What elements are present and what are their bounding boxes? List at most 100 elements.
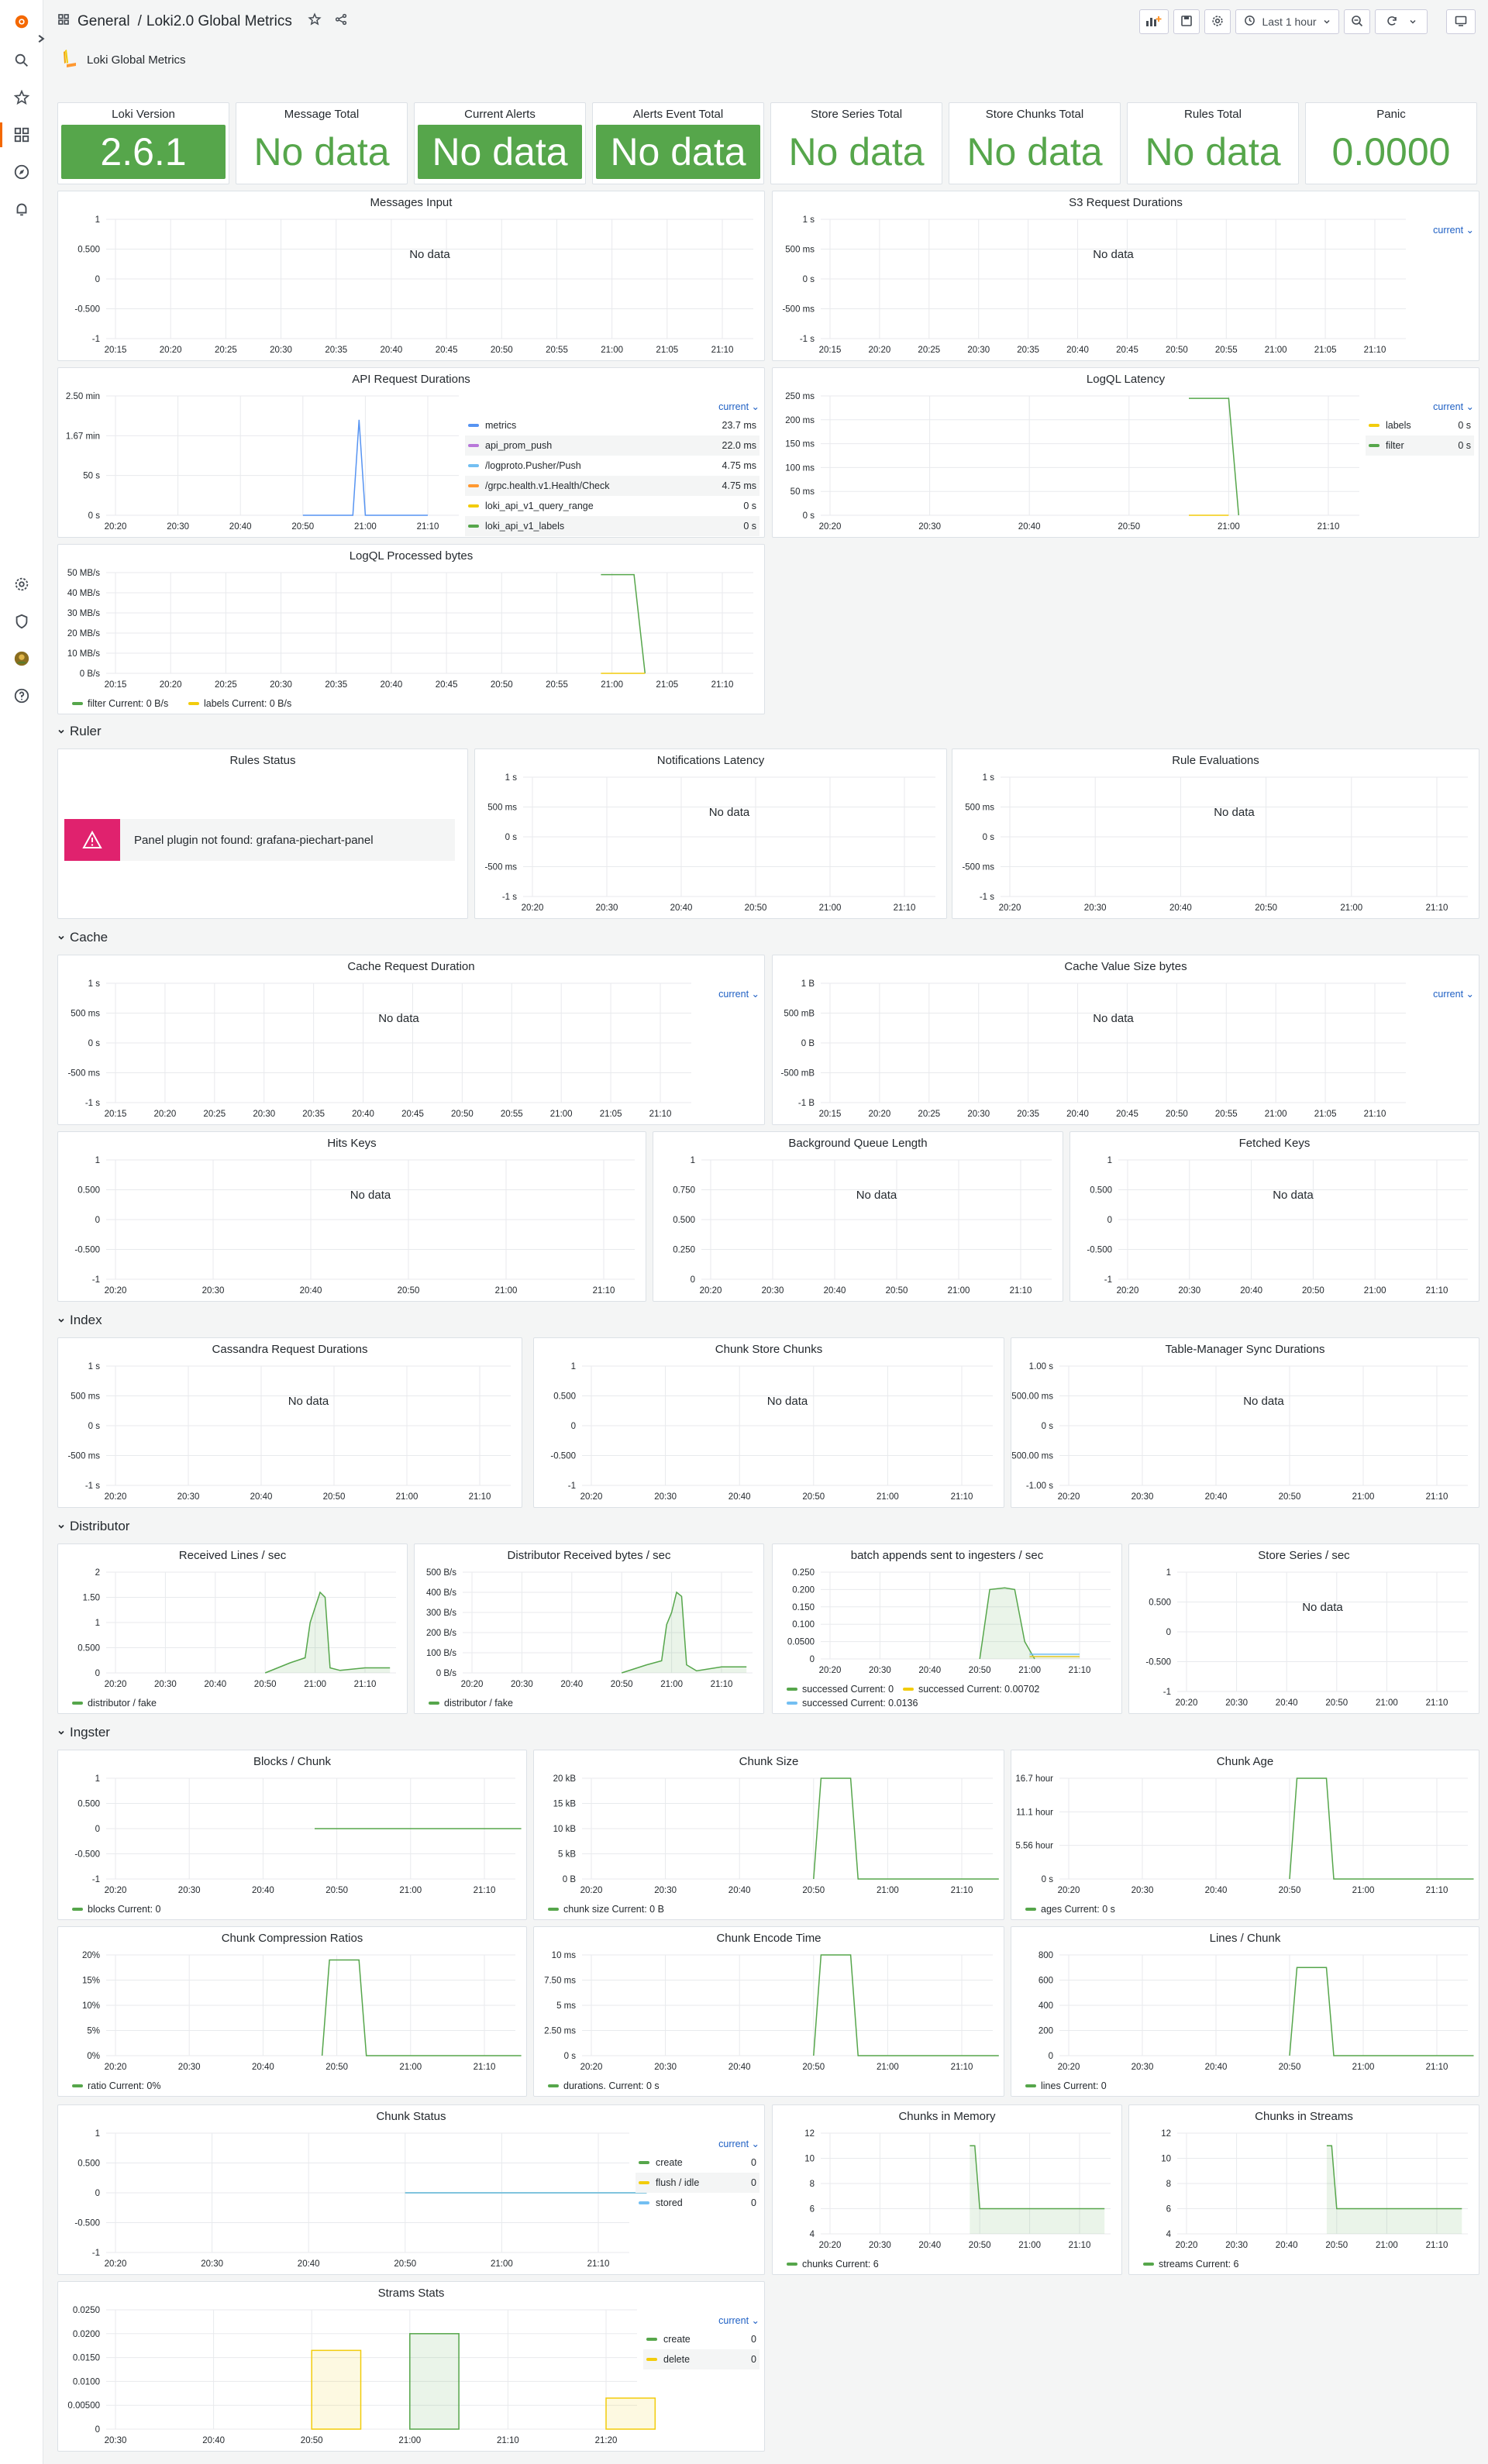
star-icon[interactable]: [308, 12, 322, 31]
settings-icon[interactable]: [11, 573, 33, 595]
legend-item[interactable]: ratio Current: 0%: [72, 2080, 160, 2091]
logql-latency-panel[interactable]: LogQL Latency 250 ms 200 ms 150 ms 100 ms 50 …: [772, 367, 1479, 538]
zoom-out-button[interactable]: [1344, 9, 1370, 34]
legend-item[interactable]: distributor / fake: [429, 1698, 513, 1709]
legend-item[interactable]: chunks Current: 6: [787, 2259, 879, 2270]
chunk-status-panel[interactable]: Chunk Status 1 0.500 0 -0.500 -1 20:20 20:30 20:…: [57, 2104, 765, 2275]
add-panel-button[interactable]: [1139, 9, 1169, 34]
stat-panel[interactable]: Store Series Total No data: [770, 102, 942, 184]
chunk-store-chunks-panel[interactable]: Chunk Store Chunks 1 0.500 0 -0.500 -1 20:20 20…: [533, 1337, 1004, 1508]
legend-item[interactable]: blocks Current: 0: [72, 1904, 160, 1915]
cache-request-duration-panel[interactable]: Cache Request Duration 1 s 500 ms 0 s -500 m…: [57, 955, 765, 1125]
legend-item[interactable]: lines Current: 0: [1025, 2080, 1107, 2091]
row-header-index[interactable]: Index: [57, 1309, 102, 1331]
lines-chunk-panel[interactable]: Lines / Chunk 800 600 400 200 0 20:20 20:30 20:4…: [1011, 1926, 1479, 2097]
stat-panel[interactable]: Loki Version 2.6.1: [57, 102, 229, 184]
grafana-logo-icon[interactable]: [11, 11, 33, 33]
row-header-ingster[interactable]: Ingster: [57, 1722, 110, 1743]
legend-item[interactable]: ages Current: 0 s: [1025, 1904, 1115, 1915]
legend-item[interactable]: create 0: [643, 2329, 760, 2349]
dashboard-link[interactable]: Loki Global Metrics: [87, 53, 186, 67]
chunk-age-panel[interactable]: Chunk Age 16.7 hour 11.1 hour 5.56 hour 0 s2…: [1011, 1750, 1479, 1920]
legend-item[interactable]: filter Current: 0 B/s: [72, 698, 168, 709]
help-icon[interactable]: [11, 685, 33, 707]
star-icon[interactable]: [11, 87, 33, 108]
rules-status-panel[interactable]: Rules Status Panel plugin not found: gra…: [57, 748, 468, 919]
legend-current-header[interactable]: current ⌄: [465, 401, 760, 412]
chunk-compression-ratios-panel[interactable]: Chunk Compression Ratios 20% 15% 10% 5% 0% 20:…: [57, 1926, 527, 2097]
stat-panel[interactable]: Message Total No data: [236, 102, 408, 184]
legend-item[interactable]: /logproto.Pusher/Push 4.75 ms: [465, 456, 760, 476]
refresh-button[interactable]: [1375, 9, 1428, 34]
dashboards-icon[interactable]: [11, 124, 33, 146]
legend-current-header[interactable]: current ⌄: [698, 988, 760, 1000]
legend-item[interactable]: chunk size Current: 0 B: [548, 1904, 664, 1915]
stat-panel[interactable]: Alerts Event Total No data: [592, 102, 764, 184]
cassandra-request-durations-panel[interactable]: Cassandra Request Durations 1 s 500 ms 0 s-…: [57, 1337, 522, 1508]
legend-item[interactable]: successed Current: 0: [787, 1684, 894, 1695]
tv-mode-button[interactable]: [1446, 9, 1476, 34]
row-header-ruler[interactable]: Ruler: [57, 721, 102, 742]
explore-icon[interactable]: [11, 161, 33, 183]
legend-current-header[interactable]: current ⌄: [1412, 988, 1474, 1000]
shield-icon[interactable]: [11, 611, 33, 632]
legend-item[interactable]: create 0: [636, 2153, 760, 2173]
legend-item[interactable]: successed Current: 0.0136: [787, 1698, 918, 1709]
legend-item[interactable]: distributor / fake: [72, 1698, 157, 1709]
legend-item[interactable]: filter 0 s: [1366, 435, 1474, 456]
search-icon[interactable]: [11, 50, 33, 71]
distributor-received-bytes-sec-panel[interactable]: Distributor Received bytes / sec 500 B/s 4…: [414, 1543, 764, 1714]
received-lines-sec-panel[interactable]: Received Lines / sec 2 1.50 1 0.500 0 20:20 20:…: [57, 1543, 408, 1714]
store-series-sec-panel[interactable]: Store Series / sec 1 0.500 0 -0.500 -1 20:20 20…: [1128, 1543, 1479, 1714]
messages-input-panel[interactable]: Messages Input 1 0.500 0 -0.500 -1 20:15 20:20 2…: [57, 191, 765, 361]
cache-value-size-bytes-panel[interactable]: Cache Value Size bytes 1 B 500 mB 0 B -500 m…: [772, 955, 1479, 1125]
save-dashboard-button[interactable]: [1173, 9, 1200, 34]
chunk-size-panel[interactable]: Chunk Size 20 kB 15 kB 10 kB 5 kB 0 B 20:20 20:…: [533, 1750, 1004, 1920]
legend-item[interactable]: loki_api_v1_query_range 0 s: [465, 496, 760, 516]
chunk-encode-time-panel[interactable]: Chunk Encode Time 10 ms 7.50 ms 5 ms 2.50 ms…: [533, 1926, 1004, 2097]
row-header-distributor[interactable]: Distributor: [57, 1516, 129, 1537]
legend-item[interactable]: loki_api_v1_labels 0 s: [465, 516, 760, 536]
dashboard-settings-button[interactable]: [1204, 9, 1231, 34]
logql-processed-bytes-panel[interactable]: LogQL Processed bytes 50 MB/s 40 MB/s 30 MB…: [57, 544, 765, 714]
legend-current-header[interactable]: current ⌄: [643, 2314, 760, 2326]
dashboard-title[interactable]: Loki2.0 Global Metrics: [146, 13, 292, 30]
legend-item[interactable]: durations. Current: 0 s: [548, 2080, 660, 2091]
legend-item[interactable]: flush / idle 0: [636, 2173, 760, 2193]
batch-appends-panel[interactable]: batch appends sent to ingesters / sec 0.2…: [772, 1543, 1122, 1714]
stat-panel[interactable]: Store Chunks Total No data: [949, 102, 1121, 184]
notifications-latency-panel[interactable]: Notifications Latency 1 s 500 ms 0 s -500 ms…: [474, 748, 947, 919]
legend-item[interactable]: /grpc.health.v1.Health/Check 4.75 ms: [465, 476, 760, 496]
breadcrumb-folder[interactable]: General: [78, 13, 130, 30]
legend-item[interactable]: successed Current: 0.00702: [903, 1684, 1039, 1695]
rule-evaluations-panel[interactable]: Rule Evaluations 1 s 500 ms 0 s -500 ms -1 s2…: [952, 748, 1479, 919]
blocks-chunk-panel[interactable]: Blocks / Chunk 1 0.500 0 -0.500 -1 20:20 20:30 2…: [57, 1750, 527, 1920]
stat-panel[interactable]: Panic 0.0000: [1305, 102, 1477, 184]
background-queue-length-panel[interactable]: Background Queue Length 1 0.750 0.500 0.250 0…: [653, 1131, 1063, 1302]
legend-item[interactable]: api_prom_push 22.0 ms: [465, 435, 760, 456]
legend-current-header[interactable]: current ⌄: [636, 2138, 760, 2149]
legend-item[interactable]: labels 0 s: [1366, 415, 1474, 435]
fetched-keys-panel[interactable]: Fetched Keys 1 0.500 0 -0.500 -1 20:20 20:30 20:…: [1070, 1131, 1479, 1302]
s3-request-durations-panel[interactable]: S3 Request Durations 1 s 500 ms 0 s -500 ms -…: [772, 191, 1479, 361]
avatar[interactable]: [11, 648, 33, 669]
stat-panel[interactable]: Rules Total No data: [1127, 102, 1299, 184]
table-manager-sync-durations-panel[interactable]: Table-Manager Sync Durations 1.00 s 500.00…: [1011, 1337, 1479, 1508]
hits-keys-panel[interactable]: Hits Keys 1 0.500 0 -0.500 -1 20:20 20:30 20:40 2…: [57, 1131, 646, 1302]
time-picker-button[interactable]: Last 1 hour: [1235, 9, 1339, 34]
legend-item[interactable]: stored 0: [636, 2193, 760, 2213]
row-header-cache[interactable]: Cache: [57, 927, 108, 948]
stat-panel[interactable]: Current Alerts No data: [414, 102, 586, 184]
share-icon[interactable]: [334, 12, 348, 31]
chevron-down-icon[interactable]: [1409, 15, 1417, 28]
legend-item[interactable]: streams Current: 6: [1143, 2259, 1239, 2270]
legend-current-header[interactable]: current ⌄: [1366, 401, 1474, 412]
strams-stats-panel[interactable]: Strams Stats 0.0250 0.0200 0.0150 0.0100 0.00…: [57, 2281, 765, 2452]
api-request-durations-panel[interactable]: API Request Durations 2.50 min 1.67 min 50 …: [57, 367, 765, 538]
chunks-in-memory-panel[interactable]: Chunks in Memory 12 10 8 6 4 20:20 20:30 20:40 20…: [772, 2104, 1122, 2275]
alerting-icon[interactable]: [11, 198, 33, 220]
legend-item[interactable]: metrics 23.7 ms: [465, 415, 760, 435]
legend-item[interactable]: labels Current: 0 B/s: [188, 698, 291, 709]
legend-item[interactable]: delete 0: [643, 2349, 760, 2369]
legend-current-header[interactable]: current ⌄: [1412, 224, 1474, 236]
